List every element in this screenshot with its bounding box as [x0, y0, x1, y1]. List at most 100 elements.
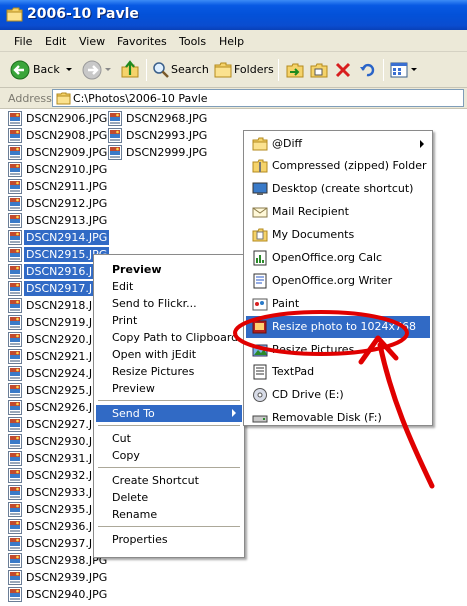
jpg-file-icon	[8, 196, 22, 211]
file-name: DSCN2939.JPG	[26, 571, 108, 584]
undo-button[interactable]	[357, 56, 379, 84]
file-item[interactable]: DSCN2993.JPG	[108, 127, 228, 144]
context-item-delete[interactable]: Delete	[96, 489, 242, 506]
context-item-rename[interactable]: Rename	[96, 506, 242, 523]
sendto-item-diff[interactable]: @Diff	[246, 133, 430, 155]
title-bar[interactable]: 2006-10 Pavle	[0, 0, 467, 30]
views-dropdown-icon[interactable]	[411, 68, 417, 71]
file-item[interactable]: DSCN2968.JPG	[108, 110, 228, 127]
context-item-edit[interactable]: Edit	[96, 278, 242, 295]
context-item-copy-path-to-clipboard[interactable]: Copy Path to Clipboard	[96, 329, 242, 346]
sendto-item-removable-disk-f[interactable]: Removable Disk (F:)	[246, 407, 430, 429]
context-item-print[interactable]: Print	[96, 312, 242, 329]
file-item[interactable]: DSCN2914.JPG	[8, 229, 128, 246]
file-name: DSCN2906.JPG	[26, 112, 108, 125]
jpg-file-icon	[8, 383, 22, 398]
sendto-item-openoffice-org-calc[interactable]: OpenOffice.org Calc	[246, 247, 430, 269]
up-folder-button[interactable]	[118, 56, 142, 84]
menu-item-label: Open with jEdit	[112, 348, 197, 361]
jpg-file-icon	[8, 587, 22, 602]
delete-button[interactable]	[333, 56, 355, 84]
context-item-preview[interactable]: Preview	[96, 261, 242, 278]
jpg-file-icon	[8, 145, 22, 160]
context-item-properties[interactable]: Properties	[96, 531, 242, 548]
copy-to-button[interactable]	[309, 56, 331, 84]
context-item-preview[interactable]: Preview	[96, 380, 242, 397]
jpg-file-icon	[8, 434, 22, 449]
file-item[interactable]: DSCN2913.JPG	[8, 212, 128, 229]
menu-item-label: OpenOffice.org Calc	[272, 251, 383, 264]
menu-item-label: Resize Pictures	[112, 365, 195, 378]
context-item-open-with-jedit[interactable]: Open with jEdit	[96, 346, 242, 363]
menu-tools[interactable]: Tools	[179, 35, 206, 48]
sendto-item-resize-photo-to-1024x768[interactable]: Resize photo to 1024x768	[246, 316, 430, 338]
search-button[interactable]: Search	[151, 56, 209, 84]
menu-item-label: Resize Pictures	[272, 343, 355, 356]
menu-separator	[98, 400, 240, 401]
menu-item-label: Send To	[112, 407, 155, 420]
file-name: DSCN2999.JPG	[126, 146, 208, 159]
sendto-item-paint[interactable]: Paint	[246, 293, 430, 315]
back-button[interactable]: Back	[8, 56, 74, 84]
toolbar-separator	[278, 59, 279, 81]
menu-help[interactable]: Help	[219, 35, 244, 48]
back-dropdown-icon[interactable]	[66, 68, 72, 71]
jpg-file-icon	[8, 230, 22, 245]
writer-icon	[252, 273, 268, 289]
jpg-file-icon	[8, 417, 22, 432]
menu-item-label: Copy	[112, 449, 140, 462]
file-name: DSCN2914.JPG	[24, 230, 110, 245]
file-item[interactable]: DSCN2910.JPG	[8, 161, 128, 178]
context-item-copy[interactable]: Copy	[96, 447, 242, 464]
menu-file[interactable]: File	[14, 35, 32, 48]
file-item[interactable]: DSCN2940.JPG	[8, 586, 128, 603]
menu-item-label: Cut	[112, 432, 131, 445]
folders-button[interactable]: Folders	[213, 56, 274, 84]
sendto-item-compressed-zipped-folder[interactable]: Compressed (zipped) Folder	[246, 155, 430, 177]
file-item[interactable]: DSCN2911.JPG	[8, 178, 128, 195]
back-arrow-icon	[10, 60, 30, 80]
context-item-send-to-flickr[interactable]: Send to Flickr...	[96, 295, 242, 312]
file-item[interactable]: DSCN2912.JPG	[8, 195, 128, 212]
context-item-create-shortcut[interactable]: Create Shortcut	[96, 472, 242, 489]
file-name: DSCN2911.JPG	[26, 180, 108, 193]
file-name: DSCN2968.JPG	[126, 112, 208, 125]
sendto-item-desktop-create-shortcut[interactable]: Desktop (create shortcut)	[246, 178, 430, 200]
jpg-file-icon	[108, 111, 122, 126]
context-item-cut[interactable]: Cut	[96, 430, 242, 447]
file-item[interactable]: DSCN2999.JPG	[108, 144, 228, 161]
forward-arrow-icon	[82, 60, 102, 80]
context-item-send-to[interactable]: Send To	[96, 405, 242, 422]
jpg-file-icon	[8, 400, 22, 415]
sendto-item-openoffice-org-writer[interactable]: OpenOffice.org Writer	[246, 270, 430, 292]
jpg-file-icon	[8, 111, 22, 126]
sendto-item-textpad[interactable]: TextPad	[246, 361, 430, 383]
file-name: DSCN2909.JPG	[26, 146, 108, 159]
menu-edit[interactable]: Edit	[45, 35, 66, 48]
menu-view[interactable]: View	[79, 35, 105, 48]
sendto-item-resize-pictures[interactable]: Resize Pictures	[246, 339, 430, 361]
menu-item-label: @Diff	[272, 137, 303, 150]
menu-item-label: Mail Recipient	[272, 205, 349, 218]
address-input[interactable]: C:\Photos\2006-10 Pavle	[52, 89, 464, 107]
paint-icon	[252, 296, 268, 312]
sendto-item-mail-recipient[interactable]: Mail Recipient	[246, 201, 430, 223]
jpg-file-icon	[8, 502, 22, 517]
menu-item-label: Preview	[112, 263, 162, 276]
textpad-icon	[252, 364, 268, 380]
sendto-item-cd-drive-e[interactable]: CD Drive (E:)	[246, 384, 430, 406]
forward-dropdown-icon[interactable]	[105, 68, 111, 71]
file-name: DSCN2993.JPG	[126, 129, 208, 142]
menu-separator	[98, 467, 240, 468]
move-to-button[interactable]	[285, 56, 307, 84]
menu-favorites[interactable]: Favorites	[117, 35, 167, 48]
sendto-item-my-documents[interactable]: My Documents	[246, 224, 430, 246]
file-item[interactable]: DSCN2939.JPG	[8, 569, 128, 586]
menu-bar: File Edit View Favorites Tools Help	[0, 30, 467, 52]
toolbar-separator	[146, 59, 147, 81]
forward-button[interactable]	[80, 56, 114, 84]
context-item-resize-pictures[interactable]: Resize Pictures	[96, 363, 242, 380]
search-icon	[153, 62, 169, 78]
file-name: DSCN2908.JPG	[26, 129, 108, 142]
views-button[interactable]	[389, 56, 419, 84]
